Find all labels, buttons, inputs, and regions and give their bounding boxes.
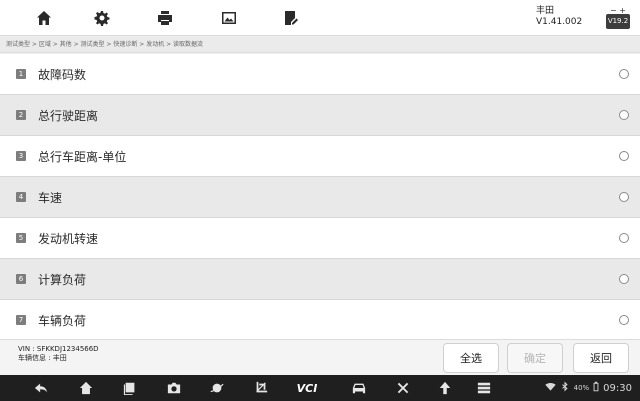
vci-app-icon[interactable]: VCI: [296, 380, 318, 396]
print-icon[interactable]: [155, 8, 175, 28]
list-item[interactable]: 6 计算负荷: [0, 259, 640, 300]
item-number: 3: [16, 151, 26, 161]
back-arrow-icon[interactable]: [33, 380, 49, 396]
item-label: 总行驶距离: [38, 108, 99, 123]
list-item[interactable]: 5 发动机转速: [0, 218, 640, 259]
home-icon[interactable]: [34, 8, 54, 28]
menu-list-icon[interactable]: [476, 380, 492, 396]
settings-gear-icon[interactable]: [92, 8, 112, 28]
vci-battery-icon[interactable]: − + V19.2: [606, 7, 630, 29]
report-edit-icon[interactable]: [281, 8, 301, 28]
vin-text: VIN : SFKKDJ1234566D: [18, 345, 99, 353]
tools-icon[interactable]: [395, 380, 411, 396]
battery-icon: [593, 381, 599, 395]
select-radio[interactable]: [619, 274, 629, 284]
breadcrumb: 测试类型 > 区域 > 其他 > 测试类型 > 快速诊断 > 发动机 > 读取数…: [0, 37, 640, 53]
item-label: 发动机转速: [38, 231, 99, 246]
item-number: 2: [16, 110, 26, 120]
vehicle-info: VIN : SFKKDJ1234566D 车辆信息 : 丰田: [18, 345, 99, 363]
back-button[interactable]: 返回: [573, 343, 629, 373]
browser-planet-icon[interactable]: [209, 380, 225, 396]
camera-icon[interactable]: [166, 380, 182, 396]
list-item[interactable]: 1 故障码数: [0, 54, 640, 95]
car-icon[interactable]: [351, 380, 367, 396]
select-radio[interactable]: [619, 192, 629, 202]
item-number: 5: [16, 233, 26, 243]
item-label: 计算负荷: [38, 272, 87, 287]
top-toolbar: 丰田 V1.41.002 − + V19.2: [0, 0, 640, 36]
screenshot-image-icon[interactable]: [219, 8, 239, 28]
item-number: 4: [16, 192, 26, 202]
recent-apps-icon[interactable]: [122, 380, 138, 396]
wifi-icon: [544, 381, 556, 395]
item-number: 7: [16, 315, 26, 325]
item-label: 车辆负荷: [38, 313, 87, 328]
system-nav-bar: VCI 40% 09:30: [0, 375, 640, 401]
home-icon[interactable]: [78, 380, 94, 396]
select-radio[interactable]: [619, 110, 629, 120]
item-number: 6: [16, 274, 26, 284]
select-radio[interactable]: [619, 233, 629, 243]
item-label: 故障码数: [38, 67, 87, 82]
status-area: 40% 09:30: [544, 375, 632, 401]
bluetooth-icon: [560, 381, 570, 395]
item-label: 总行车距离-单位: [38, 149, 127, 164]
crop-icon[interactable]: [253, 380, 269, 396]
vci-version: V19.2: [606, 14, 630, 29]
data-stream-list: 1 故障码数 2 总行驶距离 3 总行车距离-单位 4 车速 5 发动机转速 6…: [0, 54, 640, 339]
footer-bar: VIN : SFKKDJ1234566D 车辆信息 : 丰田 全选 确定 返回: [0, 339, 640, 375]
clock-time: 09:30: [603, 382, 632, 394]
vehicle-brand-version: 丰田 V1.41.002: [536, 6, 592, 28]
list-item[interactable]: 2 总行驶距离: [0, 95, 640, 136]
confirm-button[interactable]: 确定: [507, 343, 563, 373]
vehicle-info-text: 车辆信息 : 丰田: [18, 354, 67, 362]
select-all-button[interactable]: 全选: [443, 343, 499, 373]
list-item[interactable]: 7 车辆负荷: [0, 300, 640, 339]
select-radio[interactable]: [619, 151, 629, 161]
upload-arrow-icon[interactable]: [437, 380, 453, 396]
item-label: 车速: [38, 190, 63, 205]
item-number: 1: [16, 69, 26, 79]
list-item[interactable]: 4 车速: [0, 177, 640, 218]
battery-percent: 40%: [573, 384, 590, 392]
software-version: V1.41.002: [536, 17, 583, 27]
brand-name: 丰田: [536, 6, 555, 16]
select-radio[interactable]: [619, 69, 629, 79]
list-item[interactable]: 3 总行车距离-单位: [0, 136, 640, 177]
select-radio[interactable]: [619, 315, 629, 325]
